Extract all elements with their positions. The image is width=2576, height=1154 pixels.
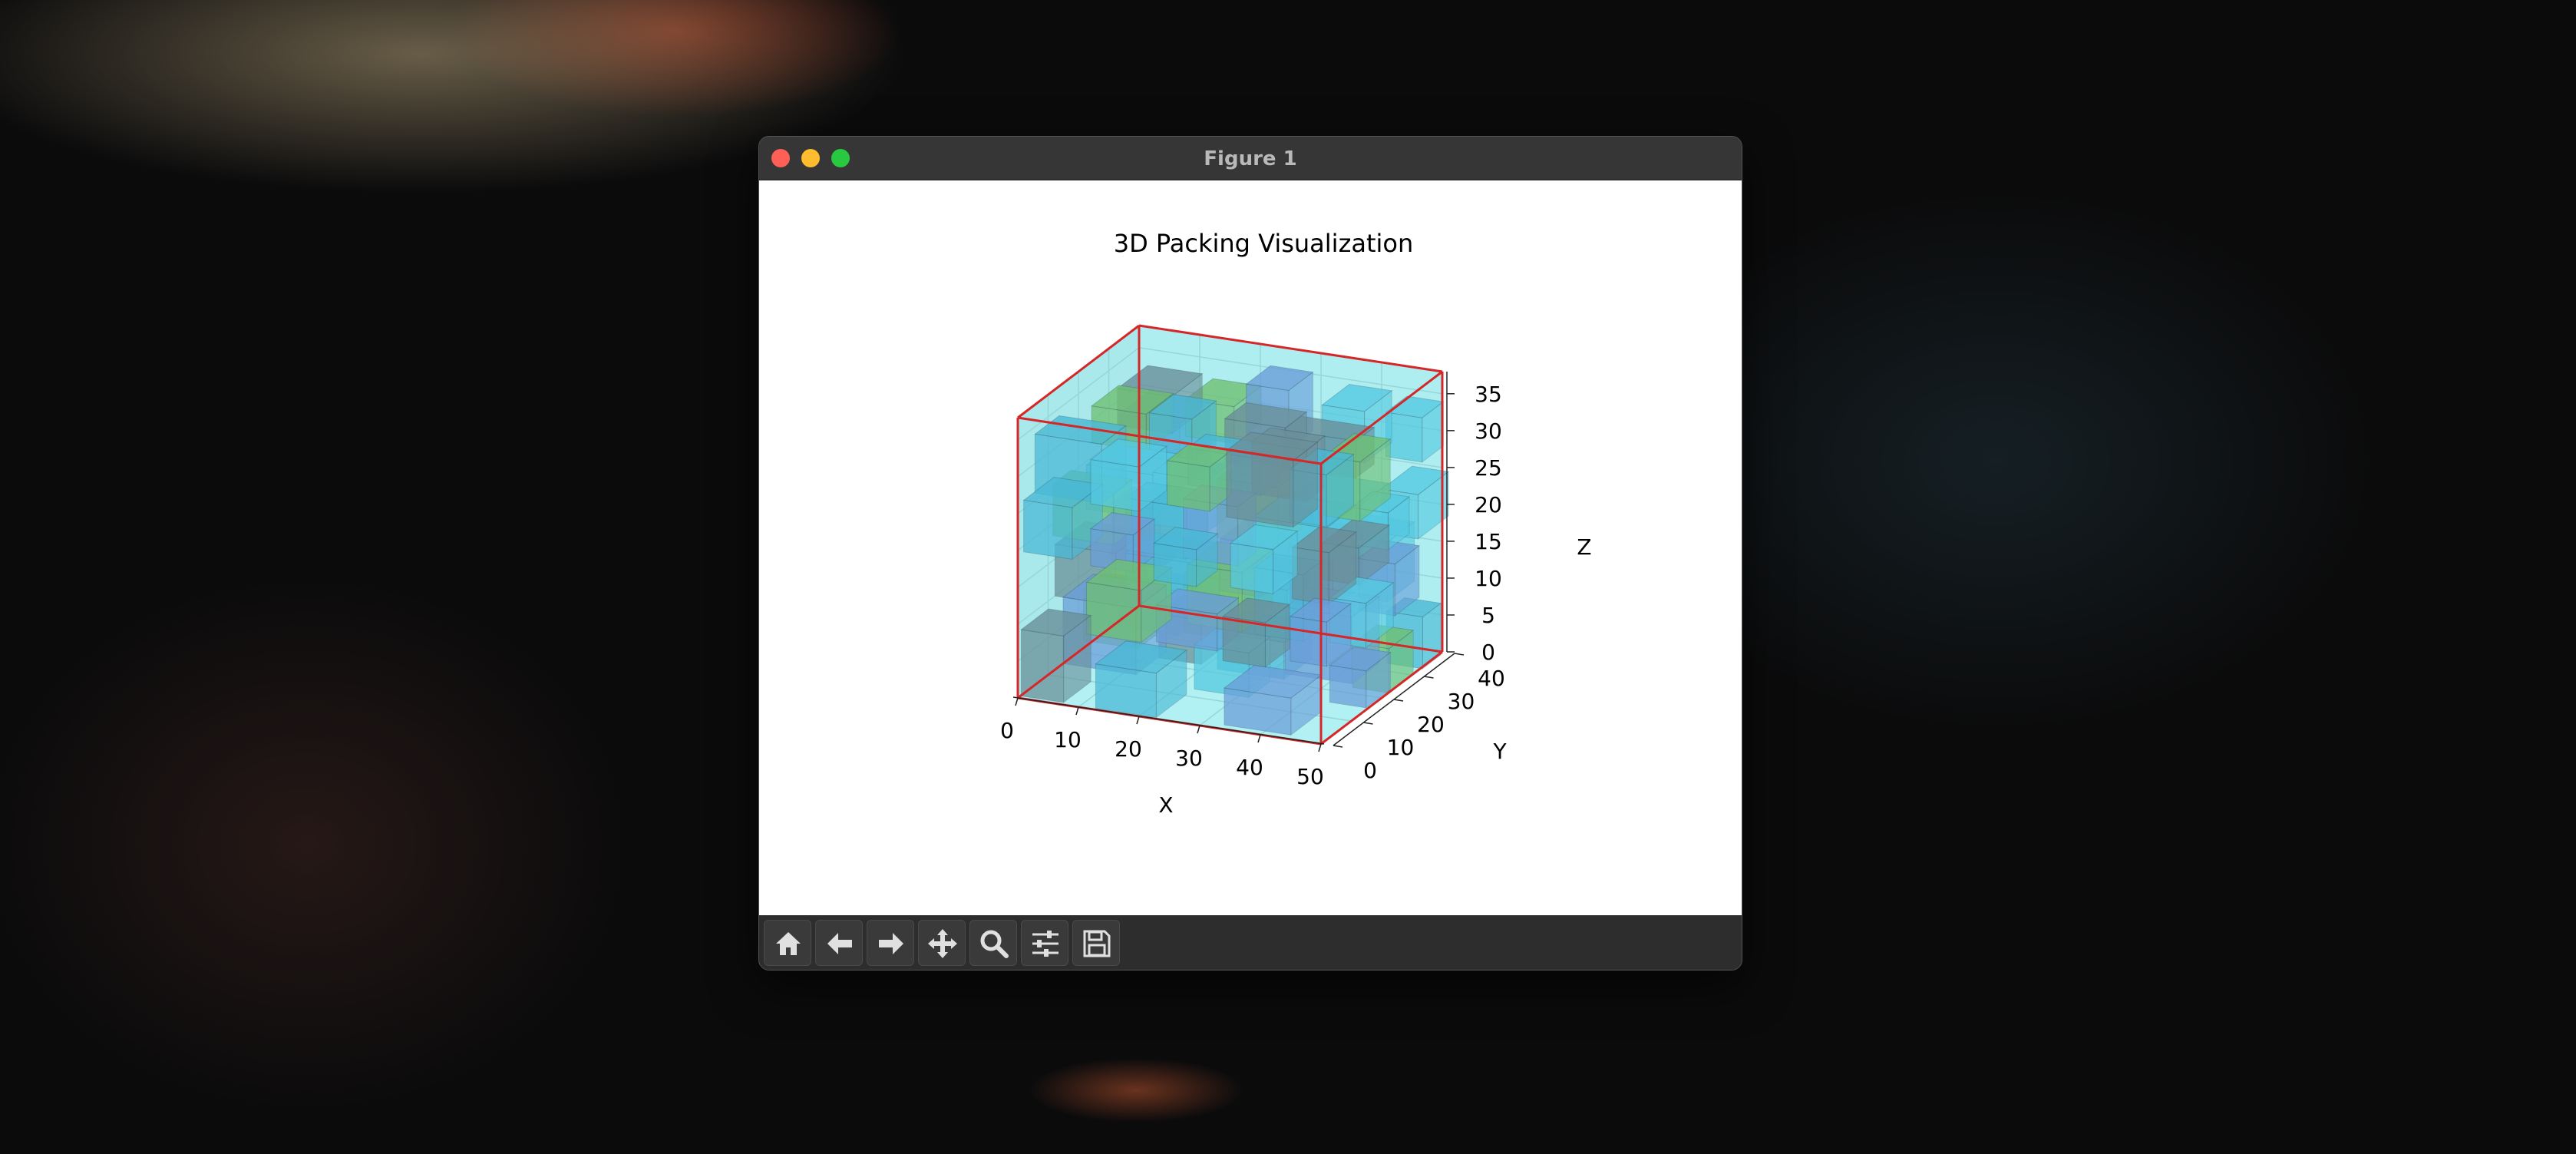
box-front [1095, 663, 1157, 719]
packed-box [1225, 432, 1319, 528]
box-front [1167, 460, 1210, 512]
z-tick-label: 25 [1475, 455, 1502, 481]
x-tick [1015, 697, 1019, 706]
y-axis-label: Y [1492, 739, 1507, 764]
z-tick-label: 10 [1475, 566, 1502, 591]
configure-subplots-button[interactable] [1021, 920, 1068, 966]
zoom-button[interactable] [969, 920, 1017, 966]
packed-box [1221, 597, 1291, 668]
y-tick [1454, 653, 1465, 656]
figure-window: Figure 1 3D Packing Visualization 0 10 20 30… [758, 136, 1742, 970]
forward-button[interactable] [867, 920, 914, 966]
navigation-toolbar [759, 915, 1742, 970]
box-front [1023, 499, 1073, 560]
packed-box [1166, 444, 1232, 512]
back-button[interactable] [815, 920, 863, 966]
z-tick-label: 20 [1475, 492, 1502, 517]
box-front [1086, 581, 1142, 643]
z-axis-label: Z [1577, 534, 1591, 560]
z-tick-label: 0 [1481, 640, 1495, 665]
home-icon [776, 932, 801, 955]
plot-3d[interactable]: 3D Packing Visualization0 10 20 30 40 50 01020… [759, 180, 1742, 915]
box-front [1090, 459, 1140, 512]
z-tick-label: 30 [1475, 418, 1502, 444]
y-tick-label: 20 [1417, 712, 1445, 737]
zoom-icon [980, 930, 1009, 958]
packed-box [1229, 524, 1299, 595]
y-tick-label: 40 [1478, 666, 1505, 691]
box-front [1292, 547, 1329, 605]
x-tick-label: 0 [1000, 718, 1014, 743]
save-button[interactable] [1072, 920, 1120, 966]
box-front [1226, 450, 1294, 528]
y-tick-label: 30 [1448, 689, 1475, 714]
y-tick-label: 10 [1387, 735, 1415, 760]
x-axis-label: X [1158, 792, 1173, 818]
forward-arrow-icon [879, 933, 903, 954]
box-front [1230, 542, 1274, 594]
z-tick-label: 15 [1475, 529, 1502, 554]
configure-subplots-icon [1032, 931, 1058, 957]
y-tick [1333, 745, 1343, 748]
x-tick-label: 30 [1175, 746, 1203, 771]
home-button[interactable] [764, 920, 811, 966]
x-tick [1075, 706, 1079, 716]
packed-box [1385, 395, 1445, 463]
chart-title: 3D Packing Visualization [1114, 229, 1414, 258]
x-tick [1318, 743, 1322, 752]
save-icon [1083, 930, 1111, 957]
y-tick [1393, 699, 1404, 702]
x-tick-label: 20 [1115, 736, 1142, 762]
z-tick-label: 35 [1475, 382, 1502, 407]
x-tick [1197, 725, 1200, 734]
x-tick-label: 40 [1236, 755, 1263, 780]
y-tick-label: 0 [1363, 758, 1377, 783]
x-tick [1257, 734, 1261, 743]
window-title: Figure 1 [1204, 147, 1297, 170]
packed-boxes [1020, 365, 1450, 736]
box-front [1329, 665, 1367, 709]
x-tick-label: 50 [1296, 764, 1324, 789]
title-bar: Figure 1 [759, 137, 1742, 180]
y-tick [1363, 722, 1373, 725]
box-front [1153, 543, 1197, 587]
x-tick-label: 10 [1054, 727, 1082, 752]
back-arrow-icon [827, 933, 852, 954]
y-tick [1424, 676, 1434, 679]
figure-canvas[interactable]: 3D Packing Visualization 0 10 20 30 40 50 0 10 20… [759, 180, 1742, 915]
z-tick-label: 5 [1481, 603, 1495, 628]
pan-icon [928, 929, 957, 958]
x-tick [1136, 716, 1140, 725]
packed-box [1152, 527, 1219, 588]
pan-button[interactable] [918, 920, 966, 966]
